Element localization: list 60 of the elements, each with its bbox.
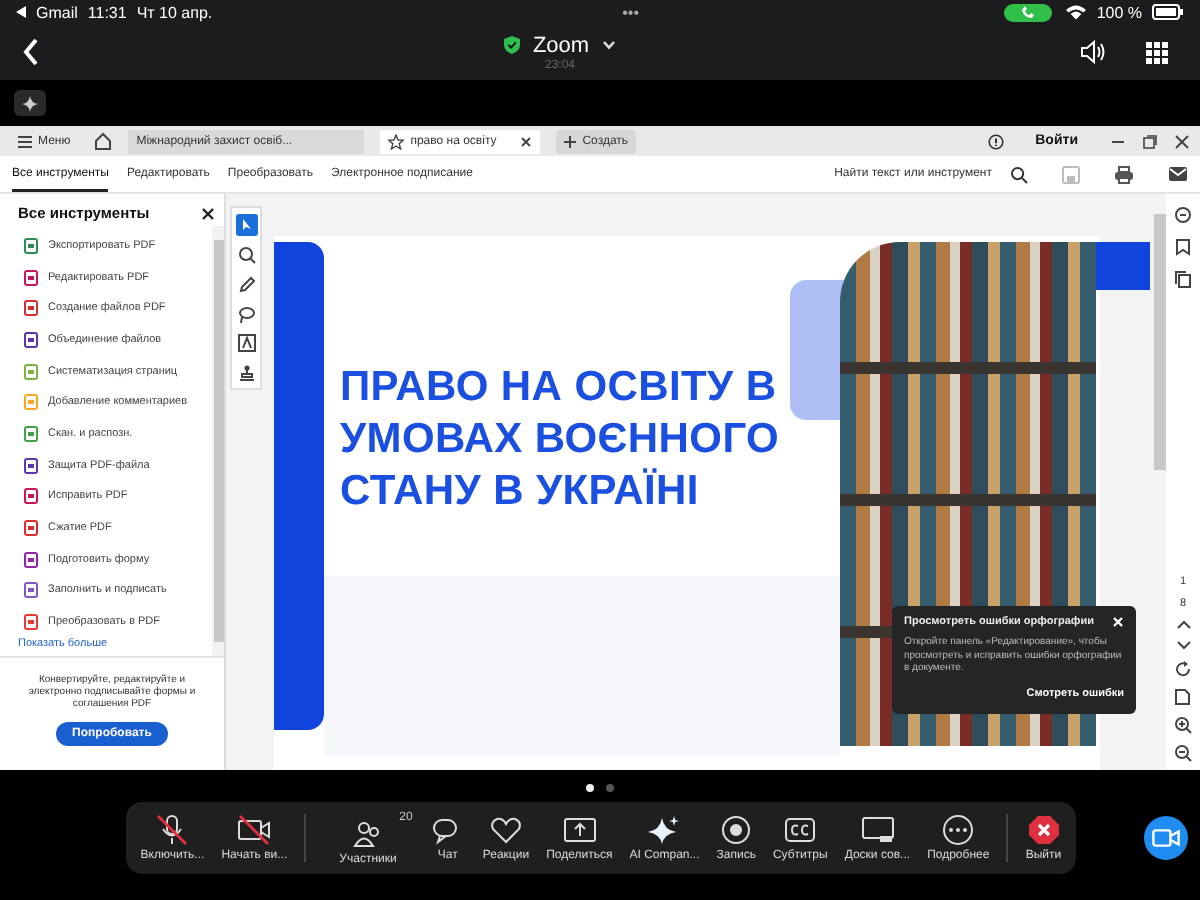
mic-icon — [154, 814, 191, 846]
multitask-dots[interactable]: ••• — [622, 3, 640, 21]
home-icon[interactable] — [94, 132, 113, 150]
restore-icon[interactable] — [1142, 133, 1158, 149]
heart-icon — [487, 814, 524, 846]
record-icon — [718, 814, 755, 846]
page-indicator-dot[interactable] — [586, 784, 594, 792]
refresh-icon[interactable] — [1174, 660, 1192, 678]
close-icon[interactable] — [520, 135, 533, 147]
back-chevron-icon[interactable] — [22, 38, 40, 66]
back-triangle-icon[interactable] — [16, 6, 26, 18]
close-icon[interactable] — [1174, 133, 1190, 149]
video-icon — [236, 814, 273, 846]
sparkle-icon — [22, 95, 38, 111]
search-icon[interactable] — [1010, 165, 1028, 183]
pages-icon[interactable] — [1174, 270, 1192, 288]
video-camera-icon — [1152, 828, 1180, 848]
zoom-in-icon[interactable] — [1174, 716, 1192, 734]
leave-icon — [1025, 814, 1062, 846]
panel-scrollbar[interactable] — [212, 226, 224, 656]
lasso-icon[interactable] — [237, 305, 255, 324]
wifi-icon — [1066, 4, 1087, 20]
grid-icon[interactable] — [1146, 41, 1168, 63]
close-icon[interactable] — [202, 207, 214, 219]
document-scrollbar[interactable] — [1154, 194, 1166, 770]
bookmark-icon[interactable] — [1174, 238, 1192, 256]
sparkle-button[interactable] — [14, 90, 46, 116]
sparkle-icon — [646, 814, 683, 846]
meeting-title[interactable]: Zoom — [532, 33, 590, 57]
clock-time: 11:31 — [87, 3, 127, 21]
share-icon — [561, 814, 598, 846]
envelope-icon[interactable] — [1168, 166, 1188, 182]
plus-icon — [564, 135, 577, 147]
speaker-icon[interactable] — [1080, 40, 1106, 64]
back-app-label[interactable]: Gmail — [36, 3, 78, 21]
chevron-down-icon[interactable] — [1175, 640, 1191, 650]
board-icon — [859, 814, 896, 846]
zoom-out-icon[interactable] — [1174, 744, 1192, 762]
camera-button[interactable] — [1144, 816, 1188, 860]
call-pill-icon[interactable] — [1004, 3, 1053, 21]
text-box-icon[interactable] — [237, 334, 255, 353]
page-settings-icon[interactable] — [1174, 688, 1192, 706]
more-icon — [940, 814, 977, 846]
document-heading: ПРАВО НА ОСВІТУ В УМОВАХ ВОЄННОГО СТАНУ В УКРАЇНІ — [340, 362, 782, 518]
battery-percent: 100 % — [1096, 3, 1142, 21]
zoom-icon[interactable] — [237, 246, 255, 265]
help-icon[interactable] — [987, 133, 1004, 149]
date-label: Чт 10 апр. — [136, 3, 213, 21]
battery-icon — [1152, 4, 1184, 20]
select-cursor-icon[interactable] — [235, 213, 257, 236]
menu-icon — [18, 135, 32, 147]
accent-block — [1090, 242, 1150, 290]
cc-icon — [782, 814, 819, 846]
stamp-icon[interactable] — [237, 364, 255, 383]
shield-check-icon — [504, 36, 521, 54]
chevron-up-icon[interactable] — [1175, 620, 1191, 630]
star-icon[interactable] — [388, 133, 405, 149]
page-indicator-dot[interactable] — [606, 784, 614, 792]
printer-icon[interactable] — [1114, 165, 1134, 183]
pen-icon[interactable] — [237, 276, 255, 295]
